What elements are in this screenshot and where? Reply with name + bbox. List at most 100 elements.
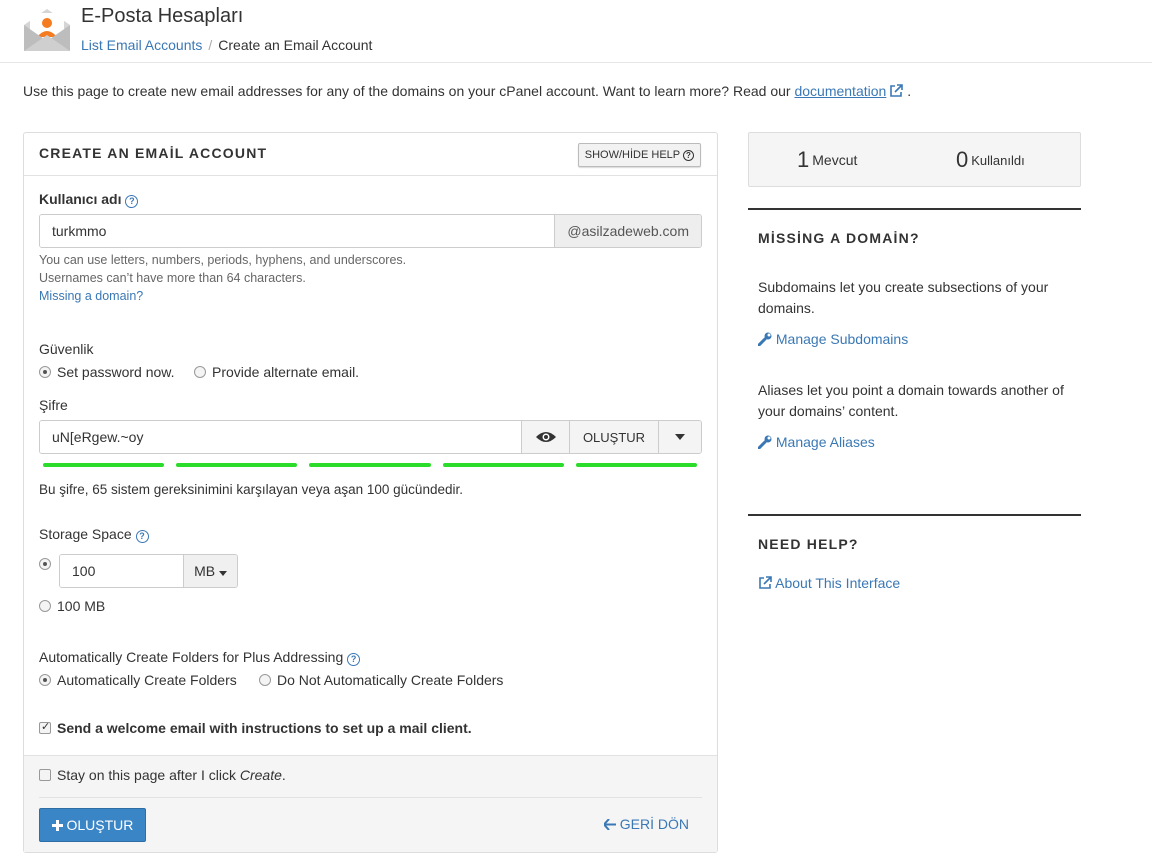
strength-segment — [309, 463, 431, 467]
plus-addressing-label-text: Automatically Create Folders for Plus Ad… — [39, 649, 344, 665]
username-input-group: turkmmo @asilzadeweb.com — [39, 214, 702, 248]
used-stat: 0 Kullanıldı — [956, 147, 1025, 173]
eye-icon — [535, 432, 556, 442]
go-back-link[interactable]: GERİ DÖN — [602, 816, 689, 832]
welcome-email-option[interactable]: Send a welcome email with instructions t… — [39, 720, 472, 736]
stay-on-page-end: . — [281, 767, 286, 783]
wrench-icon — [757, 332, 772, 347]
security-label: Güvenlik — [39, 341, 94, 357]
page-title: E-Posta Hesapları — [81, 5, 244, 27]
domain-addon: @asilzadeweb.com — [554, 215, 701, 247]
alternate-email-label: Provide alternate email. — [212, 364, 360, 380]
set-password-radio[interactable] — [39, 366, 51, 378]
missing-domain-section: MİSSİNG A DOMAİN? Subdomains let you cre… — [748, 208, 1081, 488]
missing-domain-link[interactable]: Missing a domain? — [39, 289, 143, 303]
caret-down-icon — [675, 434, 685, 440]
used-label: Kullanıldı — [971, 153, 1025, 168]
stay-on-page-checkbox[interactable] — [39, 769, 51, 781]
intro-text: Use this page to create new email addres… — [23, 83, 911, 99]
welcome-email-checkbox[interactable] — [39, 720, 51, 734]
intro-end: . — [907, 83, 912, 99]
documentation-link[interactable]: documentation — [794, 83, 886, 99]
footer-divider — [39, 797, 702, 798]
toggle-visibility-button[interactable] — [521, 421, 569, 453]
breadcrumb-separator: / — [208, 37, 213, 53]
panel-header: CREATE AN EMAİL ACCOUNT SHOW/HİDE HELP ? — [24, 133, 717, 176]
plus-icon — [51, 820, 63, 831]
username-help-1: You can use letters, numbers, periods, h… — [39, 253, 407, 267]
arrow-left-icon — [602, 818, 616, 831]
password-input[interactable]: uN[eRgew.~oy — [40, 421, 521, 453]
username-label: Kullanıcı adı ? — [39, 191, 139, 208]
manage-subdomains-link[interactable]: Manage Subdomains — [757, 331, 909, 347]
external-link-icon — [759, 576, 772, 589]
breadcrumb-list-accounts-link[interactable]: List Email Accounts — [81, 37, 202, 53]
welcome-email-label: Send a welcome email with instructions t… — [57, 720, 472, 736]
breadcrumb: List Email Accounts / Create an Email Acco… — [81, 37, 372, 53]
available-label: Mevcut — [812, 152, 858, 168]
help-toggle-label: SHOW/HİDE HELP — [584, 149, 680, 161]
aliases-text: Aliases let you point a domain towards a… — [758, 382, 1064, 419]
manage-aliases-label: Manage Aliases — [775, 434, 875, 450]
alternate-email-radio[interactable] — [194, 366, 206, 378]
storage-custom-radio[interactable] — [39, 558, 51, 570]
help-question-icon: ? — [683, 150, 694, 161]
strength-segment — [176, 463, 298, 467]
plus-option-no-auto[interactable]: Do Not Automatically Create Folders — [259, 672, 503, 688]
password-label: Şifre — [39, 397, 68, 413]
strength-segment — [43, 463, 165, 467]
plus-addressing-help-icon[interactable]: ? — [347, 653, 361, 666]
auto-create-radio[interactable] — [39, 674, 51, 686]
plus-option-auto[interactable]: Automatically Create Folders — [39, 672, 237, 688]
storage-unit-label: MB — [194, 563, 216, 579]
intro-sentence: Use this page to create new email addres… — [23, 83, 791, 99]
storage-option-default[interactable]: 100 MB — [39, 598, 105, 614]
show-hide-help-button[interactable]: SHOW/HİDE HELP ? — [577, 143, 701, 167]
breadcrumb-current: Create an Email Account — [218, 37, 373, 53]
storage-default-label: 100 MB — [57, 598, 106, 614]
strength-segment — [575, 463, 697, 467]
page-header: E-Posta Hesapları List Email Accounts / Cr… — [0, 0, 1152, 63]
about-interface-link[interactable]: About This Interface — [758, 575, 900, 591]
available-stat: 1 Mevcut — [797, 147, 857, 173]
no-auto-create-radio[interactable] — [259, 674, 271, 686]
security-option-set-password[interactable]: Set password now. — [39, 364, 175, 380]
about-interface-label: About This Interface — [775, 575, 901, 591]
username-input[interactable]: turkmmo — [40, 215, 555, 247]
storage-label-text: Storage Space — [39, 526, 132, 542]
storage-unit-dropdown[interactable]: MB — [183, 555, 237, 587]
caret-down-icon — [219, 571, 227, 576]
used-count: 0 — [956, 147, 969, 172]
manage-aliases-link[interactable]: Manage Aliases — [757, 434, 875, 450]
external-link-icon — [890, 84, 904, 97]
subdomains-text: Subdomains let you create subsections of… — [758, 279, 1049, 316]
username-help-icon[interactable]: ? — [125, 195, 139, 208]
missing-domain-title: MİSSİNG A DOMAİN? — [758, 230, 920, 246]
storage-input-group: 100 MB — [59, 554, 238, 588]
wrench-icon — [757, 435, 772, 450]
security-option-alternate-email[interactable]: Provide alternate email. — [194, 364, 359, 380]
storage-default-radio[interactable] — [39, 600, 51, 612]
manage-subdomains-label: Manage Subdomains — [775, 331, 909, 347]
storage-quota-input[interactable]: 100 — [60, 555, 184, 587]
email-app-icon — [24, 9, 70, 51]
email-stats: 1 Mevcut 0 Kullanıldı — [748, 132, 1081, 187]
stay-on-page-option[interactable]: Stay on this page after I click Create. — [39, 767, 286, 783]
generate-password-button[interactable]: OLUŞTUR — [569, 421, 658, 453]
stay-on-page-label: Stay on this page after I click — [57, 767, 236, 783]
stay-on-page-emphasis: Create — [239, 767, 282, 783]
username-help-2: Usernames can’t have more than 64 charac… — [39, 271, 306, 285]
need-help-section: NEED HELP? About This Interface — [748, 514, 1081, 604]
no-auto-create-label: Do Not Automatically Create Folders — [277, 672, 504, 688]
password-input-group: uN[eRgew.~oy OLUŞTUR — [39, 420, 702, 454]
storage-help-icon[interactable]: ? — [135, 530, 149, 543]
generate-options-dropdown[interactable] — [658, 421, 701, 453]
auto-create-label: Automatically Create Folders — [57, 672, 237, 688]
create-account-button[interactable]: OLUŞTUR — [39, 808, 146, 842]
form-footer: Stay on this page after I click Create. … — [24, 755, 717, 852]
available-count: 1 — [797, 147, 810, 172]
plus-addressing-label: Automatically Create Folders for Plus Ad… — [39, 649, 361, 666]
go-back-label: GERİ DÖN — [619, 816, 689, 832]
panel-title: CREATE AN EMAİL ACCOUNT — [39, 145, 268, 161]
create-button-label: OLUŞTUR — [66, 817, 134, 833]
